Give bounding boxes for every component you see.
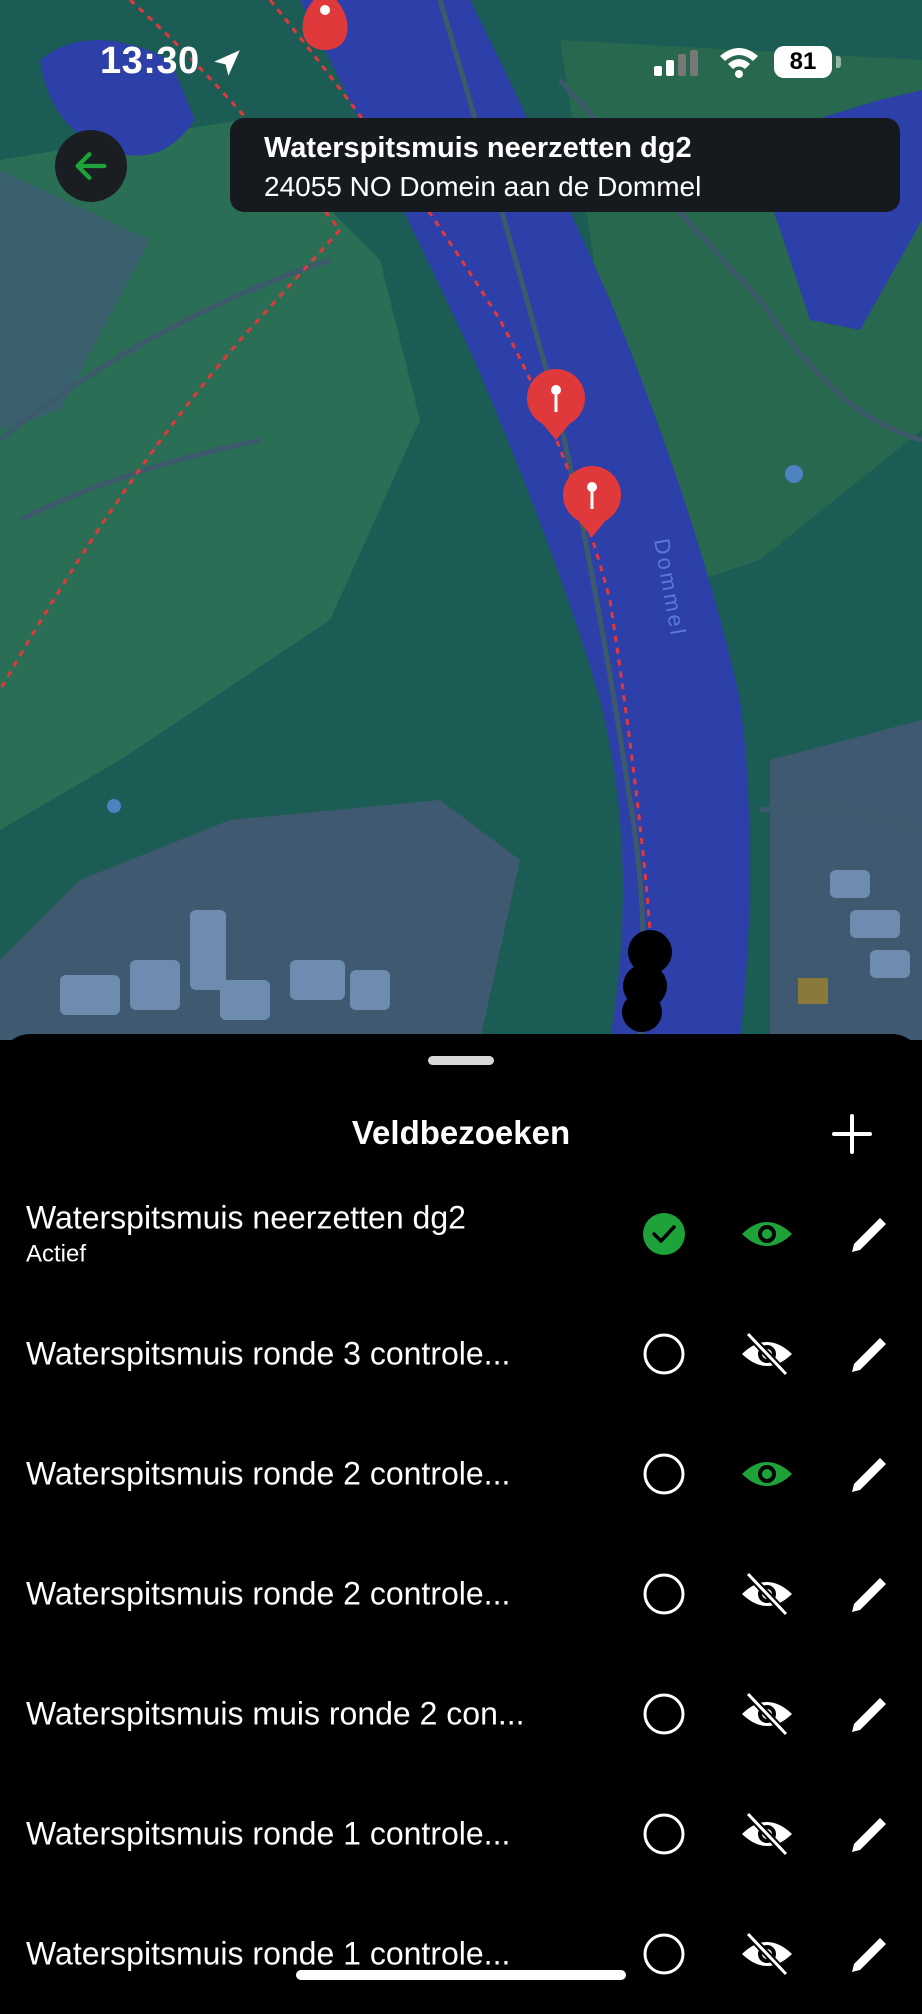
pencil-icon[interactable] (846, 1450, 894, 1498)
eye-slash-icon[interactable] (740, 1570, 794, 1618)
back-button[interactable] (55, 130, 127, 202)
map-dot (107, 799, 121, 813)
pencil-icon[interactable] (846, 1810, 894, 1858)
add-visit-button[interactable] (828, 1110, 876, 1158)
visit-title: Waterspitsmuis neerzetten dg2 (264, 132, 692, 164)
visit-label: Waterspitsmuis ronde 3 controle... (26, 1335, 511, 1372)
empty-circle-icon[interactable] (642, 1692, 686, 1736)
map-poi (798, 978, 828, 1004)
sheet-drag-handle[interactable] (428, 1056, 494, 1065)
list-item[interactable]: Waterspitsmuis ronde 3 controle... (0, 1294, 922, 1414)
visit-label: Waterspitsmuis ronde 1 controle... (26, 1935, 511, 1972)
list-item[interactable]: Waterspitsmuis neerzetten dg2 Actief (0, 1174, 922, 1294)
visit-label: Waterspitsmuis ronde 1 controle... (26, 1815, 511, 1852)
eye-icon[interactable] (740, 1450, 794, 1498)
eye-icon[interactable] (740, 1210, 794, 1258)
list-item[interactable]: Waterspitsmuis muis ronde 2 con... (0, 1654, 922, 1774)
list-item[interactable]: Waterspitsmuis ronde 2 controle... (0, 1534, 922, 1654)
home-indicator[interactable] (296, 1970, 626, 1980)
map-dot (785, 465, 803, 483)
status-time: 13:30 (100, 40, 200, 82)
battery-level: 81 (774, 46, 832, 78)
visit-label: Waterspitsmuis ronde 2 controle... (26, 1455, 511, 1492)
visit-name: Waterspitsmuis neerzetten dg2 (26, 1199, 466, 1236)
pencil-icon[interactable] (846, 1330, 894, 1378)
battery-tip (836, 56, 841, 68)
visit-title-card: Waterspitsmuis neerzetten dg2 24055 NO D… (230, 118, 900, 212)
sheet-title: Veldbezoeken (351, 1114, 571, 1151)
cellular-signal-icon (654, 50, 698, 76)
eye-slash-icon[interactable] (740, 1690, 794, 1738)
wifi-icon (720, 48, 758, 78)
visit-label: Waterspitsmuis muis ronde 2 con... (26, 1695, 525, 1732)
visit-status-text: Actief (26, 1240, 87, 1268)
empty-circle-icon[interactable] (642, 1572, 686, 1616)
list-item[interactable]: Waterspitsmuis ronde 1 controle... (0, 1774, 922, 1894)
empty-circle-icon[interactable] (642, 1932, 686, 1976)
pencil-icon[interactable] (846, 1690, 894, 1738)
bottom-sheet: Veldbezoeken Waterspitsmuis neerzetten d… (0, 1034, 922, 2000)
eye-slash-icon[interactable] (740, 1810, 794, 1858)
pencil-icon[interactable] (846, 1930, 894, 1978)
visit-label: Waterspitsmuis ronde 2 controle... (26, 1575, 511, 1612)
checked-circle-icon[interactable] (642, 1212, 686, 1256)
empty-circle-icon[interactable] (642, 1332, 686, 1376)
empty-circle-icon[interactable] (642, 1812, 686, 1856)
status-bar: 13:30 81 (0, 0, 922, 120)
eye-slash-icon[interactable] (740, 1930, 794, 1978)
pencil-icon[interactable] (846, 1570, 894, 1618)
visit-label: Waterspitsmuis neerzetten dg2 Actief (26, 1200, 466, 1269)
list-item[interactable]: Waterspitsmuis ronde 2 controle... (0, 1414, 922, 1534)
location-arrow-icon (214, 50, 240, 76)
list-item[interactable]: Waterspitsmuis ronde 1 controle... (0, 1894, 922, 2014)
eye-slash-icon[interactable] (740, 1330, 794, 1378)
arrow-left-icon (75, 152, 107, 180)
pencil-icon[interactable] (846, 1210, 894, 1258)
empty-circle-icon[interactable] (642, 1452, 686, 1496)
visit-location: 24055 NO Domein aan de Dommel (264, 171, 702, 202)
